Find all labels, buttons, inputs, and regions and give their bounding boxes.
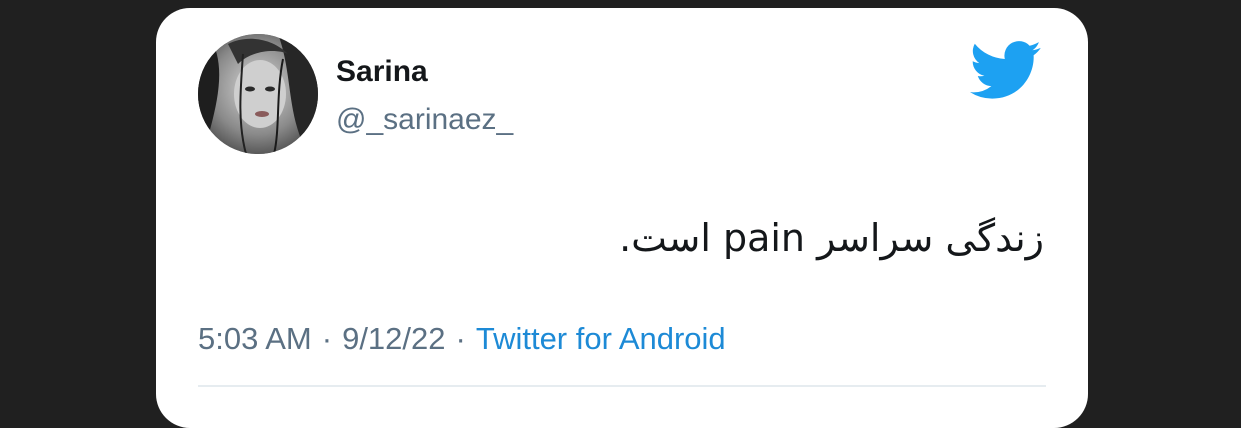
avatar-photo: [198, 34, 318, 154]
meta-separator: ·: [455, 321, 466, 356]
avatar[interactable]: [198, 34, 318, 154]
tweet-text: زندگی سراسر pain است.: [619, 216, 1044, 260]
meta-separator: ·: [321, 321, 333, 356]
tweet-time[interactable]: 5:03 AM: [198, 321, 312, 356]
twitter-bird-icon: [970, 41, 1041, 99]
tweet-source-link[interactable]: Twitter for Android: [476, 321, 726, 356]
tweet-date[interactable]: 9/12/22: [342, 321, 445, 356]
author-display-name[interactable]: Sarina: [336, 55, 428, 89]
tweet-card: Sarina @_sarinaez_ زندگی سراسر pain است.…: [156, 8, 1088, 428]
tweet-metadata: 5:03 AM · 9/12/22 · Twitter for Android: [198, 321, 726, 357]
divider: [198, 385, 1046, 387]
author-handle[interactable]: @_sarinaez_: [336, 103, 513, 137]
